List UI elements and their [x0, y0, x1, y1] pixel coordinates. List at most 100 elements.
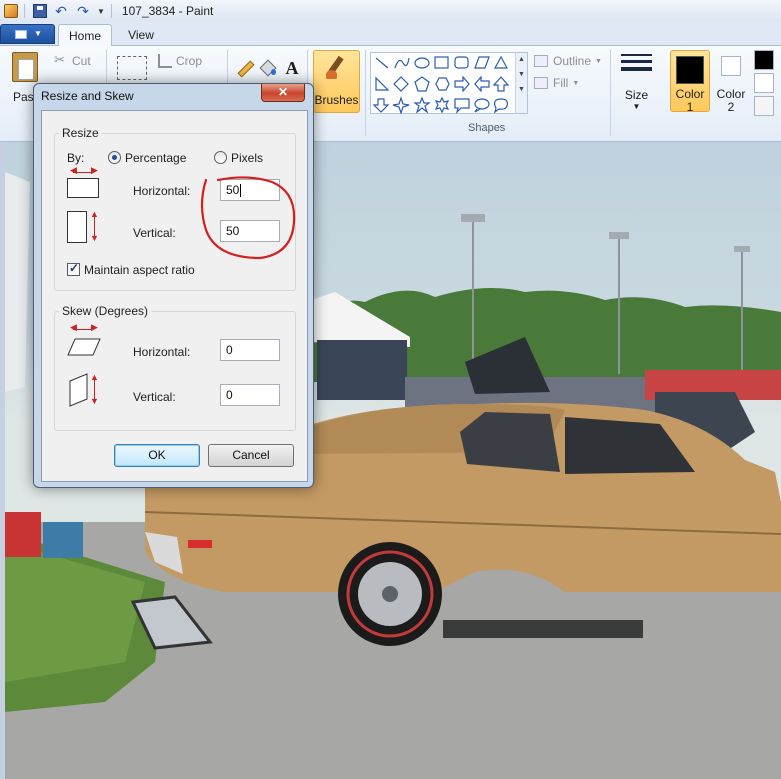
dialog-client: Resize By: Percentage Pixels ◀ ▶ Horizon…	[41, 110, 308, 482]
arrow-up-icon: ▲	[90, 372, 99, 382]
ok-button[interactable]: OK	[114, 444, 200, 467]
percentage-radio[interactable]	[108, 151, 121, 164]
more-shapes-icon[interactable]: ▼	[516, 86, 527, 93]
paste-icon[interactable]	[12, 52, 38, 82]
palette-white-swatch[interactable]	[754, 73, 774, 93]
rounded-callout-shape-icon	[454, 98, 470, 114]
undo-icon[interactable]: ↶	[53, 4, 69, 18]
up-arrow-shape-icon	[492, 76, 510, 92]
select-icon[interactable]	[117, 56, 147, 80]
shapes-group-label: Shapes	[468, 122, 506, 134]
skew-horizontal-input[interactable]: 0	[220, 339, 280, 361]
chevron-down-icon: ▼	[572, 79, 580, 87]
size-label[interactable]: Size	[621, 88, 652, 102]
pole-light	[734, 246, 750, 252]
rear-hub	[382, 586, 398, 602]
scroll-down-icon[interactable]: ▼	[516, 71, 527, 78]
brushes-button[interactable]: Brushes	[313, 50, 360, 113]
size-line-thick	[621, 67, 652, 71]
left-tent	[5, 172, 30, 392]
text-tool-icon[interactable]: A	[282, 58, 302, 78]
shapes-scrollbar[interactable]: ▲ ▼ ▼	[515, 53, 527, 113]
color1-button[interactable]: Color 1	[670, 50, 710, 114]
maintain-aspect-checkbox[interactable]	[67, 261, 80, 276]
skew-vertical-input[interactable]: 0	[220, 384, 280, 406]
skew-horizontal-label: Horizontal:	[133, 345, 191, 359]
four-point-star-shape-icon	[392, 96, 410, 114]
red-cooler	[5, 512, 41, 557]
arrow-left-icon: ◀	[70, 165, 77, 175]
color2-label-line1: Color	[716, 87, 746, 101]
paint-app-icon[interactable]	[4, 4, 18, 18]
color2-swatch[interactable]	[721, 56, 741, 76]
blue-bin	[43, 522, 83, 558]
title-bar: ↶ ↷ ▼ 107_3834 - Paint	[0, 0, 781, 22]
scissors-icon	[54, 52, 68, 68]
palette-empty-swatch[interactable]	[754, 96, 774, 116]
outline-button[interactable]: Outline ▼	[534, 54, 602, 68]
five-point-star-shape-icon	[413, 96, 431, 114]
size-line-medium	[621, 60, 652, 63]
ribbon-separator	[610, 50, 611, 136]
oval-shape-icon	[414, 57, 430, 69]
skew-parallelogram-v	[69, 373, 88, 407]
arrow-right-icon: ▶	[91, 165, 98, 175]
fill-bucket-icon[interactable]	[258, 58, 278, 78]
resize-horizontal-input[interactable]: 50	[220, 179, 280, 201]
text-caret	[240, 184, 242, 198]
skew-group-title: Skew (Degrees)	[59, 304, 152, 318]
crop-icon	[158, 54, 172, 68]
shapes-gallery[interactable]: ▲ ▼ ▼	[370, 52, 528, 114]
redo-icon[interactable]: ↷	[75, 4, 91, 18]
resize-vertical-input[interactable]: 50	[220, 220, 280, 242]
six-point-star-shape-icon	[434, 96, 450, 114]
tab-home[interactable]: Home	[58, 24, 112, 47]
resize-horizontal-icon: ◀ ▶	[67, 165, 101, 203]
pixels-label[interactable]: Pixels	[231, 151, 263, 165]
vertical-box	[67, 211, 87, 243]
arrow-down-icon: ▼	[90, 396, 99, 406]
cut-button[interactable]: Cut	[54, 52, 91, 70]
crop-button[interactable]: Crop	[158, 52, 202, 70]
percentage-label[interactable]: Percentage	[125, 151, 186, 165]
polygon-shape-icon	[474, 56, 490, 69]
shapes-gallery-icons[interactable]	[373, 54, 517, 114]
palette-black-swatch[interactable]	[754, 50, 774, 70]
right-triangle-shape-icon	[375, 76, 390, 91]
save-icon[interactable]	[33, 4, 47, 18]
diamond-shape-icon	[393, 76, 409, 92]
tent-banner	[317, 340, 407, 400]
arrow-down-icon: ▼	[90, 233, 99, 243]
size-icon[interactable]	[621, 54, 652, 80]
fill-button[interactable]: Fill ▼	[534, 76, 579, 90]
resize-group-title: Resize	[59, 126, 102, 140]
chevron-down-icon: ▼	[34, 29, 42, 38]
brushes-label: Brushes	[314, 93, 359, 107]
cloud-callout-shape-icon	[494, 98, 508, 114]
tail-light	[188, 540, 212, 548]
paint-menu-button[interactable]: ▼	[0, 24, 55, 44]
ribbon-separator	[365, 50, 366, 136]
tab-view[interactable]: View	[118, 24, 164, 46]
pencil-icon[interactable]	[234, 58, 254, 78]
resize-vertical-label: Vertical:	[133, 226, 176, 240]
paste-label[interactable]: Pas	[13, 90, 34, 104]
cancel-button[interactable]: Cancel	[208, 444, 294, 467]
crop-label: Crop	[176, 54, 203, 68]
arrow-up-icon: ▲	[90, 209, 99, 219]
rounded-rectangle-shape-icon	[454, 56, 469, 69]
pixels-radio[interactable]	[214, 151, 227, 164]
customize-quick-access-icon[interactable]: ▼	[97, 7, 105, 16]
close-button[interactable]: ✕	[261, 84, 305, 102]
resize-horizontal-label: Horizontal:	[133, 184, 191, 198]
fill-label: Fill	[553, 76, 569, 90]
color1-label-line2: 1	[686, 100, 694, 114]
maintain-aspect-label[interactable]: Maintain aspect ratio	[84, 263, 195, 277]
right-arrow-shape-icon	[454, 75, 470, 93]
color2-label[interactable]: Color 2	[714, 88, 748, 114]
chevron-down-icon[interactable]: ▼	[629, 102, 644, 111]
hexagon-shape-icon	[435, 77, 450, 91]
size-line-thin	[621, 54, 652, 56]
scroll-up-icon[interactable]: ▲	[516, 56, 527, 63]
triangle-shape-icon	[493, 55, 509, 69]
